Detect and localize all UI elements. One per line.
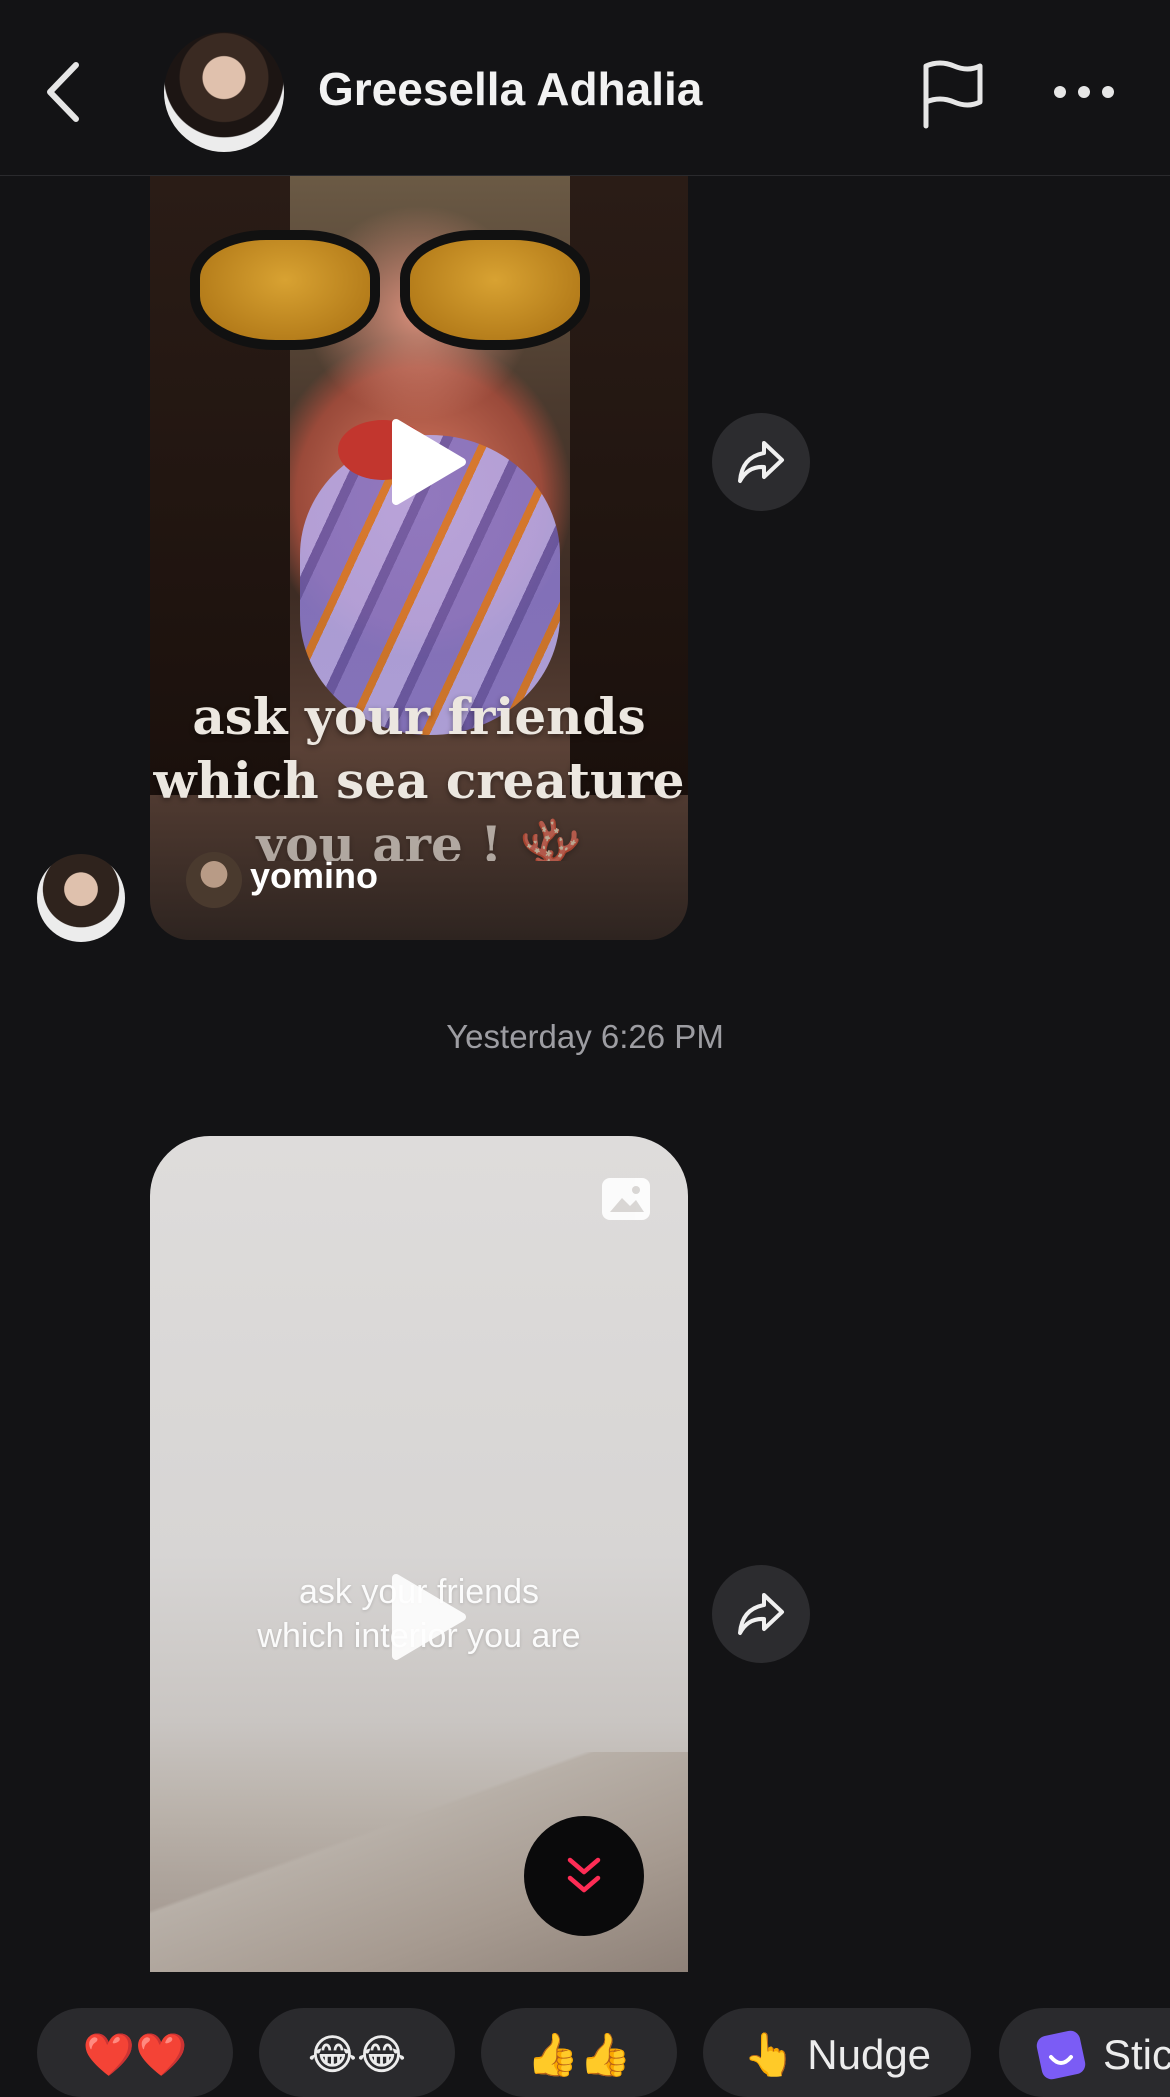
quick-reply-label: 👍👍	[526, 2029, 632, 2079]
play-icon[interactable]	[388, 1572, 468, 1662]
nudge-icon: 👆	[742, 2029, 796, 2079]
contact-name[interactable]: Greesella Adhalia	[318, 62, 702, 116]
more-options-button[interactable]	[1052, 78, 1116, 106]
quick-reply-bar: ❤️❤️ 😂😂 👍👍 👆 Nudge Stic	[0, 2008, 1170, 2097]
sender-avatar[interactable]	[37, 854, 125, 942]
scroll-to-bottom-button[interactable]	[524, 1816, 644, 1936]
play-icon[interactable]	[388, 417, 468, 507]
quick-reply-stickers[interactable]: Stic	[999, 2008, 1170, 2097]
creator-name: yomino	[250, 855, 379, 896]
share-icon	[738, 1593, 784, 1635]
chat-header: Greesella Adhalia	[0, 0, 1170, 176]
flag-icon	[923, 60, 983, 129]
share-button[interactable]	[712, 1565, 810, 1663]
message-timestamp: Yesterday 6:26 PM	[446, 1018, 724, 1055]
quick-reply-nudge[interactable]: 👆 Nudge	[703, 2008, 971, 2097]
scroll-down-icon	[567, 1857, 601, 1893]
image-icon	[602, 1178, 650, 1220]
more-icon	[1054, 86, 1114, 98]
back-button[interactable]	[40, 55, 90, 129]
shared-video-card[interactable]: ask your friends which sea creature you …	[150, 175, 688, 940]
quick-reply-label: Nudge	[807, 2030, 932, 2078]
creator-avatar	[186, 852, 242, 908]
quick-reply-laugh[interactable]: 😂😂	[259, 2008, 455, 2097]
video-caption-line: ask your friends	[192, 687, 646, 746]
video-caption-line: which sea creature	[153, 751, 685, 810]
back-icon	[47, 62, 79, 122]
quick-reply-label: 😂😂	[307, 2030, 407, 2079]
contact-avatar[interactable]	[164, 32, 284, 152]
quick-reply-hearts[interactable]: ❤️❤️	[37, 2008, 233, 2097]
quick-reply-label: Stic	[1103, 2030, 1170, 2078]
video-thumbnail-part	[190, 230, 590, 350]
share-button[interactable]	[712, 413, 810, 511]
share-icon	[738, 441, 784, 483]
quick-reply-thumbs-up[interactable]: 👍👍	[481, 2008, 677, 2097]
report-button[interactable]	[918, 60, 988, 130]
sticker-icon	[1036, 2030, 1086, 2079]
quick-reply-label: ❤️❤️	[82, 2029, 188, 2079]
video-caption-line: you are ! 🪸	[256, 815, 582, 861]
